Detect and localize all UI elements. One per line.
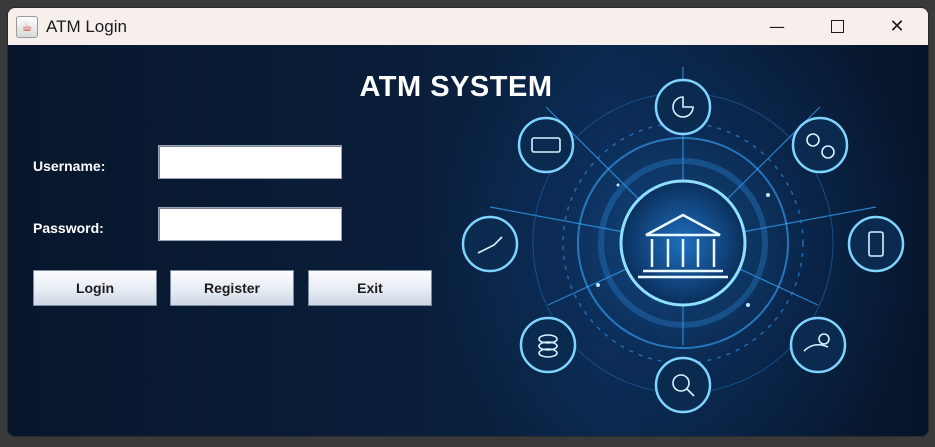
maximize-icon <box>830 20 844 33</box>
page-title: ATM SYSTEM <box>359 71 553 103</box>
title-bar[interactable]: ☕ ATM Login — ✕ <box>8 8 928 45</box>
coin-stack-icon <box>519 316 577 374</box>
close-button[interactable]: ✕ <box>868 8 926 45</box>
maximize-button[interactable] <box>808 8 866 45</box>
minimize-button[interactable]: — <box>748 8 806 45</box>
login-button[interactable]: Login <box>33 270 157 306</box>
atm-login-window: ☕ ATM Login — ✕ ATM SYSTEM Username: Pas… <box>7 7 929 437</box>
password-label: Password: <box>33 220 104 236</box>
phone-payment-icon <box>847 215 905 273</box>
banknote-icon <box>517 116 575 174</box>
login-panel: ATM SYSTEM Username: Password: Login Reg… <box>8 45 928 436</box>
window-title: ATM Login <box>46 16 127 36</box>
password-field[interactable] <box>158 207 342 241</box>
growth-chart-icon <box>461 215 519 273</box>
java-cup-icon: ☕ <box>16 15 38 38</box>
exit-button[interactable]: Exit <box>308 270 432 306</box>
username-field[interactable] <box>158 145 342 179</box>
dollar-search-icon <box>654 356 712 414</box>
currency-exchange-icon <box>791 116 849 174</box>
register-button[interactable]: Register <box>170 270 294 306</box>
username-label: Username: <box>33 158 106 174</box>
